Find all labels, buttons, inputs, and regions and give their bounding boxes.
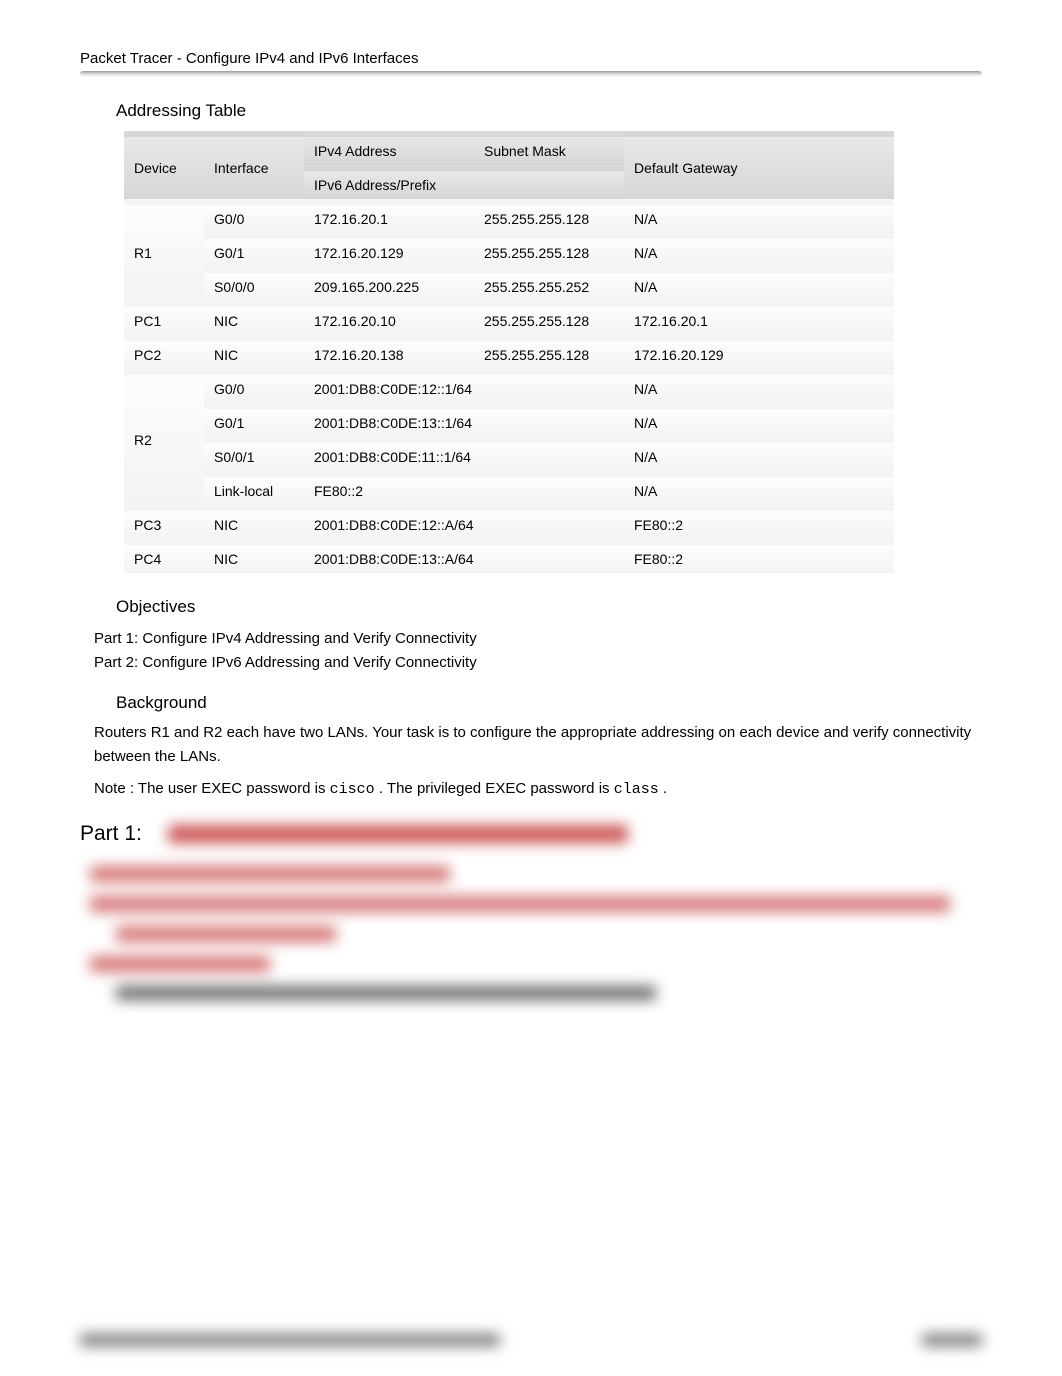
cell: 172.16.20.138 <box>304 335 474 369</box>
blurred-line <box>116 926 336 942</box>
note-prefix: Note : The user EXEC password is <box>94 780 330 797</box>
cell: N/A <box>624 437 894 471</box>
cell: FE80::2 <box>624 539 894 573</box>
note-pw2: class <box>614 781 659 798</box>
note-mid: . The privileged EXEC password is <box>379 780 614 797</box>
background-text: Routers R1 and R2 each have two LANs. Yo… <box>94 721 982 769</box>
cell: NIC <box>204 539 304 573</box>
cell: 2001:DB8:C0DE:11::1/64 <box>304 437 624 471</box>
cell-device: PC1 <box>124 301 204 335</box>
cell: 255.255.255.128 <box>474 199 624 233</box>
cell: G0/0 <box>204 199 304 233</box>
cell: 2001:DB8:C0DE:12::1/64 <box>304 369 624 403</box>
cell: 255.255.255.252 <box>474 267 624 301</box>
addressing-table-title: Addressing Table <box>116 101 982 121</box>
table-row: PC1 NIC 172.16.20.10 255.255.255.128 172… <box>124 301 894 335</box>
background-title: Background <box>116 693 982 713</box>
cell-device: PC3 <box>124 505 204 539</box>
footer-right <box>922 1334 982 1346</box>
table-row: R1 G0/0 172.16.20.1 255.255.255.128 N/A <box>124 199 894 233</box>
blurred-content <box>80 866 982 1000</box>
cell: FE80::2 <box>624 505 894 539</box>
cell: Link-local <box>204 471 304 505</box>
footer-left <box>80 1334 500 1346</box>
table-row: S0/0/0 209.165.200.225 255.255.255.252 N… <box>124 267 894 301</box>
cell: 2001:DB8:C0DE:13::A/64 <box>304 539 624 573</box>
cell: N/A <box>624 267 894 301</box>
blurred-line <box>90 896 950 912</box>
note-line: Note : The user EXEC password is cisco .… <box>94 777 982 802</box>
cell: NIC <box>204 335 304 369</box>
blurred-line <box>90 866 450 882</box>
col-ipv4: IPv4 Address <box>304 131 474 165</box>
blurred-line <box>90 956 270 972</box>
cell: G0/0 <box>204 369 304 403</box>
objective-line: Part 1: Configure IPv4 Addressing and Ve… <box>94 627 982 651</box>
blurred-heading <box>168 825 628 843</box>
cell: 209.165.200.225 <box>304 267 474 301</box>
objective-line: Part 2: Configure IPv6 Addressing and Ve… <box>94 651 982 675</box>
part1-text: Part 1: <box>80 822 142 845</box>
cell: S0/0/0 <box>204 267 304 301</box>
table-row: G0/1 2001:DB8:C0DE:13::1/64 N/A <box>124 403 894 437</box>
cell: N/A <box>624 199 894 233</box>
table-row: G0/1 172.16.20.129 255.255.255.128 N/A <box>124 233 894 267</box>
table-row: R2 G0/0 2001:DB8:C0DE:12::1/64 N/A <box>124 369 894 403</box>
cell: G0/1 <box>204 403 304 437</box>
objectives-title: Objectives <box>116 597 982 617</box>
table-row: S0/0/1 2001:DB8:C0DE:11::1/64 N/A <box>124 437 894 471</box>
footer-blurred <box>80 1334 982 1346</box>
col-gateway: Default Gateway <box>624 131 894 199</box>
cell: FE80::2 <box>304 471 624 505</box>
cell: 2001:DB8:C0DE:12::A/64 <box>304 505 624 539</box>
cell-device: R1 <box>124 199 204 301</box>
col-interface: Interface <box>204 131 304 199</box>
col-subnet: Subnet Mask <box>474 131 624 165</box>
cell: N/A <box>624 233 894 267</box>
cell: N/A <box>624 403 894 437</box>
part1-label: Part 1: <box>80 822 982 846</box>
cell: NIC <box>204 505 304 539</box>
table-row: PC2 NIC 172.16.20.138 255.255.255.128 17… <box>124 335 894 369</box>
note-pw1: cisco <box>330 781 375 798</box>
cell-device: R2 <box>124 369 204 505</box>
table-row: PC3 NIC 2001:DB8:C0DE:12::A/64 FE80::2 <box>124 505 894 539</box>
table-row: Link-local FE80::2 N/A <box>124 471 894 505</box>
table-row: PC4 NIC 2001:DB8:C0DE:13::A/64 FE80::2 <box>124 539 894 573</box>
cell: N/A <box>624 369 894 403</box>
header-divider <box>80 71 982 77</box>
cell: 172.16.20.1 <box>624 301 894 335</box>
cell: 172.16.20.10 <box>304 301 474 335</box>
cell: 172.16.20.129 <box>624 335 894 369</box>
note-end: . <box>663 780 667 797</box>
col-device: Device <box>124 131 204 199</box>
cell: 255.255.255.128 <box>474 301 624 335</box>
cell: S0/0/1 <box>204 437 304 471</box>
cell: 172.16.20.1 <box>304 199 474 233</box>
col-ipv6: IPv6 Address/Prefix <box>304 165 624 199</box>
cell: G0/1 <box>204 233 304 267</box>
cell: 172.16.20.129 <box>304 233 474 267</box>
cell: 255.255.255.128 <box>474 233 624 267</box>
page-header: Packet Tracer - Configure IPv4 and IPv6 … <box>80 50 982 71</box>
cell: NIC <box>204 301 304 335</box>
cell-device: PC2 <box>124 335 204 369</box>
cell: 2001:DB8:C0DE:13::1/64 <box>304 403 624 437</box>
blurred-line <box>116 986 656 1000</box>
cell: 255.255.255.128 <box>474 335 624 369</box>
addressing-table: Device Interface IPv4 Address Subnet Mas… <box>124 131 894 573</box>
cell: N/A <box>624 471 894 505</box>
cell-device: PC4 <box>124 539 204 573</box>
